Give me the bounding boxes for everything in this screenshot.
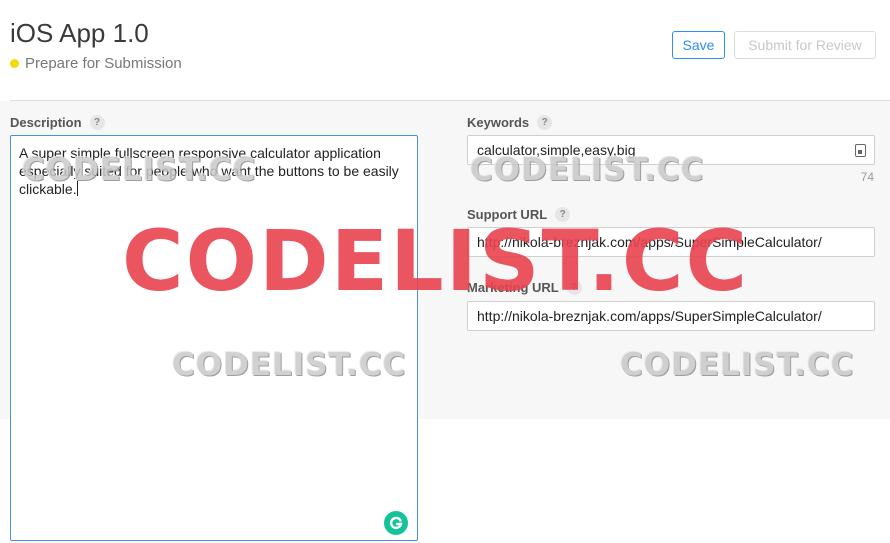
page-title: iOS App 1.0: [10, 18, 149, 48]
contact-card-icon[interactable]: [855, 144, 866, 157]
save-button[interactable]: Save: [672, 31, 725, 59]
page-header: iOS App 1.0 Prepare for Submission Save …: [0, 0, 890, 100]
grammarly-icon[interactable]: [384, 511, 408, 535]
help-icon[interactable]: ?: [537, 115, 553, 130]
status-indicator: Prepare for Submission: [10, 55, 182, 72]
watermark-small: CODELIST.CC: [620, 347, 855, 383]
keywords-label: Keywords: [467, 115, 530, 130]
marketing-url-value: http://nikola-breznjak.com/apps/SuperSim…: [477, 308, 822, 324]
status-dot-icon: [10, 59, 19, 68]
watermark-small: CODELIST.CC: [22, 152, 257, 188]
description-label-row: Description ?: [10, 115, 105, 130]
help-icon[interactable]: ?: [89, 115, 105, 130]
description-label: Description: [10, 115, 82, 130]
watermark-large: CODELIST.CC: [122, 212, 750, 310]
watermark-small: CODELIST.CC: [172, 347, 407, 383]
keywords-char-count: 74: [860, 170, 874, 184]
keywords-label-row: Keywords ?: [467, 115, 553, 130]
description-textarea[interactable]: A super simple fullscreen responsive cal…: [10, 135, 418, 541]
status-text: Prepare for Submission: [25, 55, 182, 72]
watermark-small: CODELIST.CC: [470, 152, 705, 188]
submit-for-review-button[interactable]: Submit for Review: [734, 31, 876, 59]
